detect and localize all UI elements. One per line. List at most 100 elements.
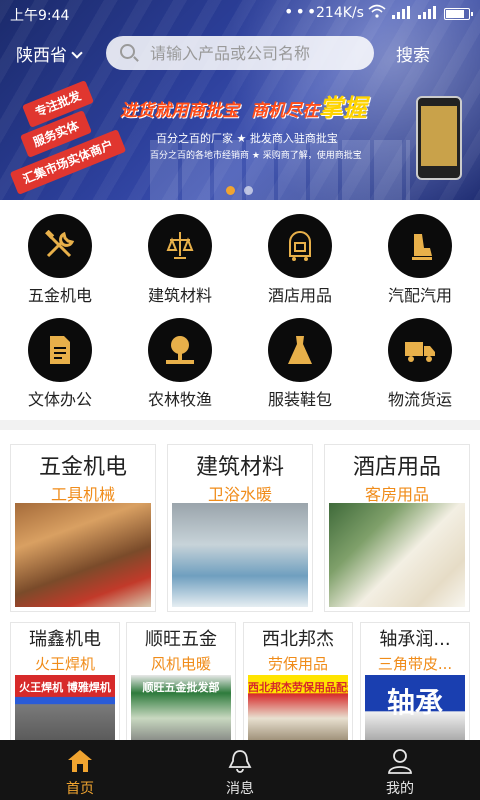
shop-title: 西北邦杰 (262, 629, 334, 650)
luggage-cart-icon (289, 231, 311, 261)
shop-subtitle: 火王焊机 (34, 655, 95, 673)
home-icon (68, 750, 92, 772)
province-selector[interactable]: 陕西省 (16, 41, 83, 66)
card-subtitle: 卫浴水暖 (207, 485, 272, 504)
carousel-dot[interactable] (244, 186, 253, 195)
category-label: 物流货运 (387, 390, 452, 409)
category-auto-parts[interactable]: 汽配汽用 (360, 200, 480, 305)
shop-subtitle: 三角带皮... (377, 655, 453, 673)
category-label: 五金机电 (27, 286, 92, 305)
category-icon-circle (388, 318, 452, 382)
storefront-photo: 西北邦杰劳保用品配送 (248, 675, 348, 747)
card-title: 酒店用品 (352, 455, 441, 480)
tab-home[interactable]: 首页 (0, 740, 160, 800)
search-box[interactable] (106, 36, 374, 70)
storefront-photo: 顺旺五金批发部 (131, 675, 231, 747)
category-logistics[interactable]: 物流货运 (360, 304, 480, 409)
banner-subline-2: 百分之百的各地市经销商 ★ 采购商了解，使用商批宝 (150, 151, 362, 161)
signal-icon (392, 6, 410, 19)
storefront-photo: 轴承 (365, 675, 465, 747)
tools-photo (15, 503, 151, 607)
dress-icon (288, 336, 312, 364)
category-icon-circle (268, 318, 332, 382)
card-subtitle: 客房用品 (364, 485, 429, 504)
slogan-part2: 商机尽在 (250, 101, 319, 121)
user-icon (388, 749, 412, 774)
category-apparel[interactable]: 服装鞋包 (240, 304, 360, 409)
shop-card[interactable]: 西北邦杰 劳保用品 西北邦杰劳保用品配送 (243, 622, 353, 752)
category-label: 汽配汽用 (387, 286, 452, 305)
slogan-highlight: 掌握 (318, 94, 367, 122)
tools-icon (45, 230, 75, 258)
category-icon-circle (388, 214, 452, 278)
category-building-materials[interactable]: 建筑材料 (120, 200, 240, 305)
category-icon-circle (28, 318, 92, 382)
shop-card[interactable]: 顺旺五金 风机电暖 顺旺五金批发部 (126, 622, 236, 752)
category-label: 服装鞋包 (267, 390, 332, 409)
storefront-sign: 轴承 (386, 686, 443, 719)
slogan-part1: 进货就用商批宝 (120, 101, 239, 121)
card-subtitle: 工具机械 (50, 485, 115, 504)
promo-banner[interactable]: 上午9:44 ••• 214K/s 陕西省 请输入产品或公司名称 搜索 专注批发… (0, 0, 480, 200)
bathroom-photo (172, 503, 308, 607)
tab-label: 消息 (226, 781, 254, 797)
status-time: 上午9:44 (10, 8, 70, 24)
category-icon-circle (268, 214, 332, 278)
search-row: 陕西省 搜索 (0, 36, 480, 70)
search-button[interactable]: 搜索 (396, 41, 430, 66)
shop-card[interactable]: 瑞鑫机电 火王焊机 火王焊机 博雅焊机 (10, 622, 120, 752)
category-grid: 五金机电 建筑材料 酒店用品 汽配汽用 文体办公 农林牧渔 服装鞋包 物流货运 (0, 200, 480, 420)
document-icon (50, 336, 70, 364)
car-seat-icon (412, 234, 432, 260)
tab-label: 首页 (66, 781, 94, 797)
storefront-sign: 西北邦杰劳保用品配送 (248, 681, 348, 694)
carousel-dot-active[interactable] (226, 186, 235, 195)
featured-card[interactable]: 建筑材料 卫浴水暖 (167, 444, 313, 612)
storefront-photo: 火王焊机 博雅焊机 (15, 675, 115, 747)
category-label: 文体办公 (27, 390, 92, 409)
tab-messages[interactable]: 消息 (160, 740, 320, 800)
search-input[interactable] (150, 36, 368, 70)
province-label: 陕西省 (16, 46, 67, 66)
featured-card[interactable]: 五金机电 工具机械 (10, 444, 156, 612)
shop-title: 瑞鑫机电 (29, 629, 101, 650)
app-screen: 上午9:44 ••• 214K/s 陕西省 请输入产品或公司名称 搜索 专注批发… (0, 0, 480, 800)
wifi-icon (368, 4, 386, 18)
network-speed: 214K/s (316, 5, 364, 21)
more-dots-icon: ••• (284, 2, 319, 21)
truck-icon (405, 342, 435, 362)
status-bar: 上午9:44 ••• 214K/s (0, 0, 480, 28)
banner-slogan: 进货就用商批宝 商机尽在掌握 (120, 88, 367, 123)
featured-card[interactable]: 酒店用品 客房用品 (324, 444, 470, 612)
shop-subtitle: 劳保用品 (267, 655, 328, 673)
category-agriculture[interactable]: 农林牧渔 (120, 304, 240, 409)
category-office-supplies[interactable]: 文体办公 (0, 304, 120, 409)
category-hardware[interactable]: 五金机电 (0, 200, 120, 305)
storefront-sign: 火王焊机 博雅焊机 (19, 681, 111, 694)
category-label: 建筑材料 (147, 286, 212, 305)
card-title: 五金机电 (38, 455, 127, 480)
category-icon-circle (28, 214, 92, 278)
category-hotel-supplies[interactable]: 酒店用品 (240, 200, 360, 305)
shop-card[interactable]: 轴承润... 三角带皮... 轴承 (360, 622, 470, 752)
shop-title: 顺旺五金 (145, 629, 217, 650)
lamp-icon (166, 232, 194, 259)
category-label: 酒店用品 (267, 286, 332, 305)
banner-subline: 百分之百的厂家 ★ 批发商入驻商批宝 (156, 132, 338, 145)
search-icon (120, 44, 135, 59)
toiletries-photo (329, 503, 465, 607)
tab-label: 我的 (386, 781, 414, 797)
card-title: 建筑材料 (195, 455, 284, 480)
tab-profile[interactable]: 我的 (320, 740, 480, 800)
battery-icon (444, 8, 473, 20)
bell-icon (228, 750, 252, 773)
category-icon-circle (148, 318, 212, 382)
signal-icon (418, 6, 436, 19)
category-label: 农林牧渔 (147, 390, 212, 409)
tree-icon (166, 336, 194, 364)
category-icon-circle (148, 214, 212, 278)
shop-subtitle: 风机电暖 (150, 655, 211, 673)
chevron-down-icon (71, 47, 83, 59)
phone-illustration (416, 96, 462, 180)
shop-title: 轴承润... (379, 629, 451, 650)
